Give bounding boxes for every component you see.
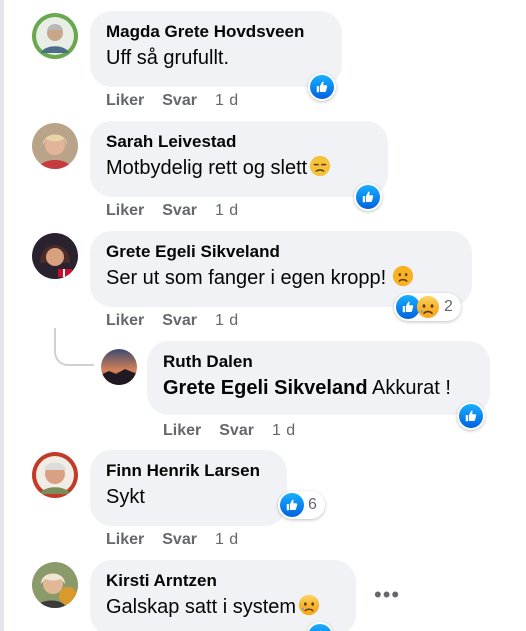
like-icon <box>308 624 332 631</box>
timestamp[interactable]: 1 d <box>215 92 239 110</box>
avatar[interactable] <box>32 233 78 279</box>
comment-actions: Liker Svar 1 d <box>106 312 257 330</box>
comment-text-content: Ser ut som fanger i egen kropp! <box>106 267 387 289</box>
reaction-summary[interactable] <box>457 402 485 430</box>
reaction-count: 6 <box>308 496 317 513</box>
mention-link[interactable]: Grete Egeli Sikveland <box>163 377 368 399</box>
reply-button[interactable]: Svar <box>162 202 197 220</box>
comment-text: Motbydelig rett og slett <box>106 155 372 181</box>
sad-emoji-icon <box>416 295 440 319</box>
comment-author[interactable]: Ruth Dalen <box>163 351 474 373</box>
like-button[interactable]: Liker <box>106 312 144 330</box>
comment-bubble: Finn Henrik Larsen Sykt <box>90 450 287 526</box>
reply-button[interactable]: Svar <box>162 92 197 110</box>
reaction-summary[interactable] <box>354 183 382 211</box>
feed-left-border <box>0 0 4 631</box>
comment-bubble: Magda Grete Hovdsveen Uff så grufullt. <box>90 11 342 87</box>
reply-button[interactable]: Svar <box>162 312 197 330</box>
like-icon <box>280 493 304 517</box>
comment-actions: Liker Svar 1 d <box>106 531 257 549</box>
like-icon <box>310 75 334 99</box>
comment-author[interactable]: Finn Henrik Larsen <box>106 460 271 482</box>
reaction-summary[interactable]: 2 <box>394 293 461 321</box>
like-icon <box>356 185 380 209</box>
comment-text: Grete Egeli Sikveland Akkurat ! <box>163 375 474 401</box>
avatar[interactable] <box>32 13 78 59</box>
like-button[interactable]: Liker <box>163 422 201 440</box>
timestamp[interactable]: 1 d <box>215 312 239 330</box>
comment-text: Ser ut som fanger i egen kropp! <box>106 265 456 291</box>
comment-text: Galskap satt i system <box>106 594 340 620</box>
frown-emoji-icon <box>393 265 414 287</box>
reaction-count: 2 <box>444 298 453 315</box>
timestamp[interactable]: 1 d <box>272 422 296 440</box>
like-icon <box>459 404 483 428</box>
comment-author[interactable]: Kirsti Arntzen <box>106 570 340 592</box>
comment-text-content: Motbydelig rett og slett <box>106 157 308 179</box>
timestamp[interactable]: 1 d <box>215 531 239 549</box>
reply-button[interactable]: Svar <box>162 531 197 549</box>
comment-text-content: Galskap satt i system <box>106 596 297 618</box>
thread-connector <box>54 328 94 366</box>
comment-author[interactable]: Sarah Leivestad <box>106 131 372 153</box>
reaction-summary[interactable]: 6 <box>278 491 325 519</box>
comment-bubble: Sarah Leivestad Motbydelig rett og slett <box>90 121 388 197</box>
like-button[interactable]: Liker <box>106 92 144 110</box>
comment-actions: Liker Svar 1 d <box>106 202 257 220</box>
comment-text: Sykt <box>106 486 145 508</box>
comment-bubble: Kirsti Arntzen Galskap satt i system <box>90 560 356 631</box>
comment-text-content: Akkurat ! <box>371 377 451 399</box>
reply-button[interactable]: Svar <box>219 422 254 440</box>
like-button[interactable]: Liker <box>106 531 144 549</box>
sad-emoji-icon <box>310 155 331 177</box>
reaction-summary[interactable] <box>308 73 336 101</box>
avatar[interactable] <box>32 452 78 498</box>
sad-emoji-icon <box>298 594 320 616</box>
comment-author[interactable]: Magda Grete Hovdsveen <box>106 21 326 43</box>
avatar[interactable] <box>101 349 137 385</box>
like-button[interactable]: Liker <box>106 202 144 220</box>
more-options-icon[interactable]: ••• <box>374 582 400 608</box>
comment-actions: Liker Svar 1 d <box>106 92 257 110</box>
comment-author[interactable]: Grete Egeli Sikveland <box>106 241 456 263</box>
comment-bubble: Ruth Dalen Grete Egeli Sikveland Akkurat… <box>147 341 490 415</box>
timestamp[interactable]: 1 d <box>215 202 239 220</box>
avatar[interactable] <box>32 123 78 169</box>
comment-actions: Liker Svar 1 d <box>163 422 314 440</box>
avatar[interactable] <box>32 562 78 608</box>
comment-text: Uff så grufullt. <box>106 47 230 69</box>
